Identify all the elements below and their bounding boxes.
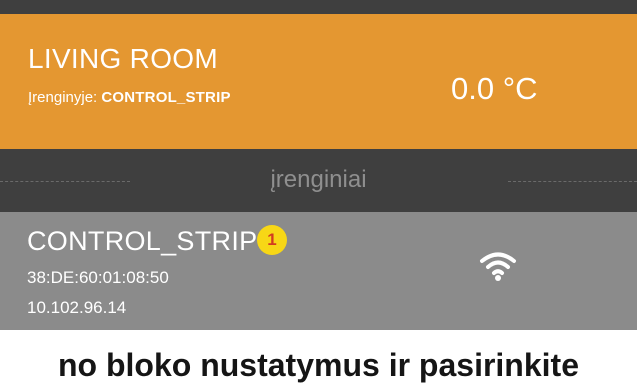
device-ip-address: 10.102.96.14 (27, 298, 127, 317)
wifi-icon (480, 252, 516, 281)
device-mac-address: 38:DE:60:01:08:50 (27, 268, 169, 287)
room-title: LIVING ROOM (28, 43, 218, 74)
room-device-name: CONTROL_STRIP (101, 89, 231, 106)
section-divider-right (508, 181, 637, 182)
room-temperature: 0.0 °C (451, 71, 538, 106)
devices-section-header: įrenginiai (0, 149, 637, 212)
section-title: įrenginiai (270, 166, 367, 193)
device-name: CONTROL_STRIP (27, 226, 258, 256)
top-strip (0, 0, 637, 14)
room-device-info: Įrenginyje: CONTROL_STRIP (28, 90, 231, 105)
instruction-text: no bloko nustatymus ir pasirinkite (58, 347, 579, 383)
device-card[interactable]: CONTROL_STRIP 1 38:DE:60:01:08:50 10.102… (0, 212, 637, 330)
room-device-prefix: Įrenginyje: (28, 89, 102, 106)
room-card[interactable]: LIVING ROOM Įrenginyje: CONTROL_STRIP 0.… (0, 14, 637, 149)
step-marker: 1 (257, 225, 287, 255)
